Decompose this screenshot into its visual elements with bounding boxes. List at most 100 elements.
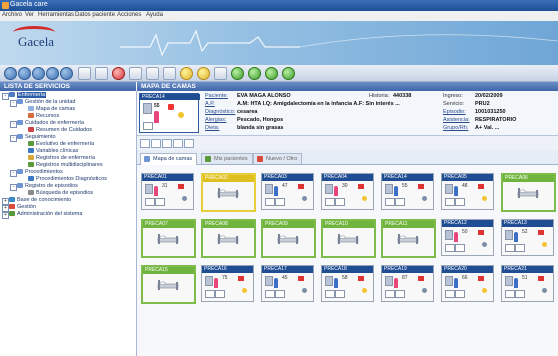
bed-card[interactable]: PRECA14 55 — [381, 173, 434, 210]
label-dieta[interactable]: Dieta: — [205, 125, 219, 131]
menu-herramientas[interactable]: Herramientas — [38, 12, 74, 18]
copy-icon[interactable] — [78, 67, 91, 80]
bed-card[interactable]: PRECA16 75 — [201, 265, 254, 302]
bed-card[interactable]: PRECA06 — [501, 173, 556, 212]
grid-icon[interactable] — [162, 139, 172, 148]
bed-card[interactable]: PRECA02 — [201, 173, 256, 212]
expand-icon[interactable]: + — [2, 212, 9, 219]
bed-card[interactable]: PRECA03 47 — [261, 173, 314, 210]
collapse-icon[interactable]: - — [10, 121, 17, 128]
back-icon[interactable] — [4, 67, 17, 80]
collapse-icon[interactable]: - — [10, 100, 17, 107]
asistencia-value: RESPIRATORIO — [475, 117, 517, 123]
label-diagnostico[interactable]: Diagnóstico: — [205, 109, 235, 115]
tree-item-resumen-cuidados[interactable]: Resumen de Cuidados — [28, 127, 92, 133]
tree-item-proc-diagnosticos[interactable]: Procedimientos Diagnósticos — [28, 176, 107, 182]
document-icon[interactable] — [129, 67, 142, 80]
notes-icon — [275, 290, 285, 298]
label-episodio[interactable]: Episodio: — [443, 109, 466, 115]
tree-item-registro-episodios[interactable]: Registro de episodios — [17, 183, 78, 189]
collapse-icon[interactable]: - — [10, 135, 17, 142]
bed-card[interactable]: PRECA12 50 — [441, 219, 494, 256]
patient-figure-icon — [274, 186, 278, 196]
coin-icon[interactable] — [180, 67, 193, 80]
bed-card[interactable]: PRECA11 — [381, 219, 436, 258]
label-grupo[interactable]: Grupo/Rh: — [443, 125, 468, 131]
notes-icon[interactable] — [163, 67, 176, 80]
bed-patient-number: 45 — [282, 275, 288, 281]
bed-card[interactable]: PRECA19 87 — [381, 265, 434, 302]
alert-icon[interactable] — [112, 67, 125, 80]
filter-icon[interactable] — [173, 139, 183, 148]
bed-code: PRECA17 — [262, 266, 313, 273]
calendar-icon[interactable] — [146, 67, 159, 80]
tab-mapa-camas[interactable]: Mapa de camas — [140, 153, 198, 165]
tree-item-busqueda-episodios[interactable]: Búsqueda de episodios — [28, 190, 93, 196]
tree-item-variables[interactable]: Variables clínicas — [28, 148, 78, 154]
bed-card[interactable]: PRECA09 — [261, 219, 316, 258]
link-icon[interactable] — [214, 67, 227, 80]
selected-bed-card[interactable]: PRECA14 55 — [139, 93, 200, 133]
tab-mis-pacientes[interactable]: Mis pacientes — [201, 153, 253, 164]
bed-card[interactable]: PRECA20 66 — [441, 265, 494, 302]
settings-icon[interactable] — [184, 139, 194, 148]
stop-icon[interactable] — [60, 67, 73, 80]
label-asistencia[interactable]: Asistencia: — [443, 117, 470, 123]
tree-item-gestion-unidad[interactable]: Gestión de la unidad — [17, 99, 75, 105]
label-ap[interactable]: A.P. — [205, 101, 215, 107]
bed-card[interactable]: PRECA13 52 — [501, 219, 554, 256]
bed-card[interactable]: PRECA17 45 — [261, 265, 314, 302]
transfer-icon[interactable] — [265, 67, 278, 80]
status-dot-icon — [542, 288, 547, 293]
patient-out-icon[interactable] — [248, 67, 261, 80]
tree-item-procedimientos[interactable]: Procedimientos — [17, 169, 63, 175]
tree-item-seguimiento[interactable]: Seguimiento — [17, 134, 56, 140]
status-dot-icon — [362, 196, 367, 201]
collapse-icon[interactable]: - — [10, 170, 17, 177]
tree-item-enfermeria[interactable]: Enfermería — [9, 92, 47, 98]
expand-icon[interactable]: + — [2, 198, 9, 205]
bed-card[interactable]: PRECA15 — [141, 265, 196, 304]
expand-icon[interactable]: + — [2, 205, 9, 212]
notes-icon — [515, 244, 525, 252]
home-icon[interactable] — [32, 67, 45, 80]
bed-patient-number: 48 — [462, 183, 468, 189]
menu-ayuda[interactable]: Ayuda — [146, 12, 163, 18]
refresh-icon[interactable] — [46, 67, 59, 80]
print-icon[interactable] — [95, 67, 108, 80]
menu-ver[interactable]: Ver — [25, 12, 34, 18]
collapse-icon[interactable]: - — [2, 93, 9, 100]
label-alergias[interactable]: Alergias: — [205, 117, 226, 123]
tab-nuevo[interactable]: Nuevo / Otro — [253, 153, 303, 164]
bed-card[interactable]: PRECA21 51 — [501, 265, 554, 302]
bed-card[interactable]: PRECA10 — [321, 219, 376, 258]
bed-card[interactable]: PRECA08 — [201, 219, 256, 258]
tree-item-recursos[interactable]: Recursos — [28, 113, 59, 119]
patient-photo-icon — [325, 184, 333, 194]
discharge-icon[interactable] — [282, 67, 295, 80]
collapse-icon[interactable]: - — [10, 184, 17, 191]
menu-acciones[interactable]: Acciones — [117, 12, 141, 18]
bed-card[interactable]: PRECA18 58 — [321, 265, 374, 302]
tree-item-cuidados[interactable]: Cuidados de enfermería — [17, 120, 84, 126]
medal-icon[interactable] — [197, 67, 210, 80]
print-icon[interactable] — [140, 139, 150, 148]
tree-item-registros-multi[interactable]: Registros multidisciplinares — [28, 162, 103, 168]
tree-item-administracion[interactable]: Administración del sistema — [9, 211, 82, 217]
menu-archivo[interactable]: Archivo — [2, 12, 22, 18]
tree-item-evolutivo[interactable]: Evolutivo de enfermería — [28, 141, 94, 147]
tree-item-gestion[interactable]: Gestión — [9, 204, 36, 210]
bed-card[interactable]: PRECA01 31 — [141, 173, 194, 210]
tree-item-base-conocimiento[interactable]: Base de conocimiento — [9, 197, 71, 203]
notes-icon — [335, 290, 345, 298]
bed-card[interactable]: PRECA05 48 — [441, 173, 494, 210]
forward-icon[interactable] — [18, 67, 31, 80]
bed-card[interactable]: PRECA07 — [141, 219, 196, 258]
patient-figure-icon — [214, 278, 218, 288]
bed-card[interactable]: PRECA04 30 — [321, 173, 374, 210]
tree-item-registros-enf[interactable]: Registros de enfermería — [28, 155, 95, 161]
tree-item-mapa-camas[interactable]: Mapa de camas — [28, 106, 75, 112]
menu-datos-paciente[interactable]: Datos paciente — [75, 12, 115, 18]
list-icon[interactable] — [151, 139, 161, 148]
patient-in-icon[interactable] — [231, 67, 244, 80]
